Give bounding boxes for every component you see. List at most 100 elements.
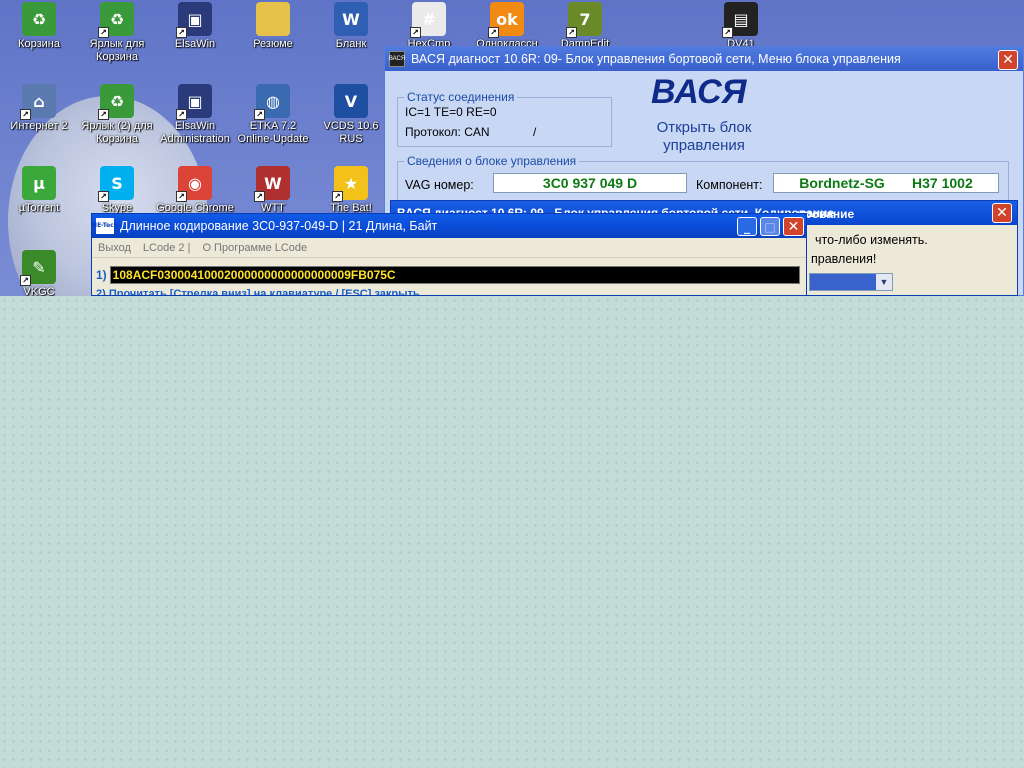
dampedit-icon: 7 ↗ xyxy=(566,2,602,38)
menu-lcode2[interactable]: LCode 2 | xyxy=(143,242,191,254)
shortcut-arrow-icon: ↗ xyxy=(20,109,31,120)
vag-number-field: 3C0 937 049 D xyxy=(493,173,687,193)
coding-popup-dropdown[interactable]: ▼ xyxy=(809,273,893,291)
shortcut-arrow-icon: ↗ xyxy=(98,27,109,38)
lcode-minimize-button[interactable]: _ xyxy=(737,217,757,236)
globe-icon: ◍ ↗ xyxy=(254,84,290,120)
the-bat-icon: ★ ↗ xyxy=(332,166,368,202)
coding-popup-line2: правления! xyxy=(811,252,877,266)
chevron-down-icon[interactable]: ▼ xyxy=(876,274,892,290)
desktop-icon[interactable]: 7 ↗ DampEdit xyxy=(546,2,624,51)
component-field: Bordnetz-SG H37 1002 xyxy=(773,173,999,193)
lcode-close-button[interactable]: ✕ xyxy=(783,217,804,236)
desktop-icon[interactable]: ok ↗ Одноклассн xyxy=(468,2,546,51)
desktop-icon[interactable]: V VCDS 10.6 RUS xyxy=(312,84,390,146)
coding-popup-close-button[interactable]: ✕ xyxy=(992,203,1012,223)
desktop-icon[interactable]: ✎ ↗ VKGC xyxy=(0,250,78,296)
computer-icon: ▣ ↗ xyxy=(176,84,212,120)
desktop-icon[interactable]: ▤ ↗ DV41 xyxy=(702,2,780,51)
shortcut-arrow-icon: ↗ xyxy=(176,109,187,120)
desktop-icon[interactable]: ♻ Корзина xyxy=(0,2,78,51)
coding-popup-line1: что-либо изменять. xyxy=(815,233,928,247)
vasya-title: ВАСЯ диагност 10.6R: 09- Блок управления… xyxy=(411,52,901,66)
desktop-icon-label: Корзина xyxy=(18,38,60,50)
desktop-icon-label: ETKA 7.2 Online-Update xyxy=(237,120,309,145)
desktop-icon-label: Бланк xyxy=(335,38,367,50)
coding-hint: 2) Прочитать [Стрелка вниз] на клавиатур… xyxy=(96,288,420,296)
shortcut-arrow-icon: ↗ xyxy=(176,191,187,202)
lcode-titlebar[interactable]: NE-Tech Длинное кодирование 3C0-937-049-… xyxy=(92,214,806,238)
desktop-icon-label: Ярлык (2) для Корзина xyxy=(81,120,153,145)
desktop-icon[interactable]: ♻ ↗ Ярлык для Корзина xyxy=(78,2,156,64)
empty-canvas-area xyxy=(0,296,1024,768)
lcode-window: NE-Tech Длинное кодирование 3C0-937-049-… xyxy=(91,213,807,296)
menu-exit[interactable]: Выход xyxy=(98,242,131,254)
open-block-button[interactable]: Открыть блок управления xyxy=(641,119,767,155)
desktop-icon[interactable]: ★ ↗ The Bat! xyxy=(312,166,390,215)
netech-logo-icon: NE-Tech xyxy=(92,218,118,234)
protocol-label: Протокол: CAN xyxy=(405,125,490,139)
vag-number-label: VAG номер: xyxy=(405,178,474,192)
desktop-icon[interactable]: W ↗ WTT xyxy=(234,166,312,215)
desktop-icon[interactable]: Резюме xyxy=(234,2,312,51)
wtt-icon: W ↗ xyxy=(254,166,290,202)
control-unit-info-title: Сведения о блоке управления xyxy=(404,154,580,168)
chrome-icon: ◉ ↗ xyxy=(176,166,212,202)
shortcut-arrow-icon: ↗ xyxy=(98,109,109,120)
hexcmp-icon: # ↗ xyxy=(410,2,446,38)
desktop-icon[interactable]: W Бланк xyxy=(312,2,390,51)
desktop-icon[interactable]: ▣ ↗ ElsaWin xyxy=(156,2,234,51)
recycle-bin-shortcut-icon: ♻ ↗ xyxy=(98,2,134,38)
desktop-icon-label: ElsaWin Administration xyxy=(160,120,230,145)
desktop-icon[interactable]: ⌂ ↗ Интернет 2 xyxy=(0,84,78,133)
long-coding-field[interactable]: 108ACF03000410002000000000000000009FB075… xyxy=(109,266,800,284)
shortcut-arrow-icon: ↗ xyxy=(98,191,109,202)
desktop-icon[interactable]: ▣ ↗ ElsaWin Administration xyxy=(156,84,234,146)
shortcut-arrow-icon: ↗ xyxy=(254,191,265,202)
shortcut-arrow-icon: ↗ xyxy=(566,27,577,38)
connection-status-line: IC=1 TE=0 RE=0 xyxy=(405,105,497,119)
word-document-icon: W xyxy=(334,2,368,36)
desktop-icon-label: Ярлык для Корзина xyxy=(89,38,145,63)
connection-status-title: Статус соединения xyxy=(404,90,518,104)
desktop-icon-label: µTorrent xyxy=(18,202,60,214)
vcds-icon: V xyxy=(334,84,368,118)
desktop-icon[interactable]: ◍ ↗ ETKA 7.2 Online-Update xyxy=(234,84,312,146)
desktop-icon-label: Интернет 2 xyxy=(10,120,68,132)
vasya-brand: ВАСЯ xyxy=(651,73,747,111)
desktop-icon[interactable]: ♻ ↗ Ярлык (2) для Корзина xyxy=(78,84,156,146)
shortcut-arrow-icon: ↗ xyxy=(410,27,421,38)
shortcut-arrow-icon: ↗ xyxy=(176,27,187,38)
shortcut-arrow-icon: ↗ xyxy=(722,27,733,38)
desktop-icon-label: ElsaWin xyxy=(174,38,216,50)
desktop-icon[interactable]: µ µTorrent xyxy=(0,166,78,215)
shortcut-arrow-icon: ↗ xyxy=(332,191,343,202)
desktop-icon-label: Резюме xyxy=(253,38,293,50)
coding-row: 1) 108ACF03000410002000000000000000009FB… xyxy=(96,266,800,284)
desktop-icon[interactable]: S ↗ Skype xyxy=(78,166,156,215)
menu-about[interactable]: О Программе LCode xyxy=(202,242,307,254)
utorrent-icon: µ xyxy=(22,166,56,200)
folder-icon xyxy=(256,2,290,36)
desktop-icon[interactable]: ◉ ↗ Google Chrome xyxy=(156,166,234,215)
recycle-bin-icon: ♻ xyxy=(22,2,56,36)
shortcut-arrow-icon: ↗ xyxy=(20,275,31,286)
desktop-icon[interactable]: # ↗ HexCmp xyxy=(390,2,468,51)
lcode-maximize-button[interactable]: □ xyxy=(760,217,780,236)
computer-icon: ▣ ↗ xyxy=(176,2,212,38)
lcode-title: Длинное кодирование 3C0-937-049-D | 21 Д… xyxy=(120,219,438,233)
component-label: Компонент: xyxy=(696,178,763,192)
desktop-icon-label: VKGC xyxy=(23,286,55,296)
recycle-bin-shortcut-icon: ♻ ↗ xyxy=(98,84,134,120)
shortcut-arrow-icon: ↗ xyxy=(488,27,499,38)
shortcut-arrow-icon: ↗ xyxy=(254,109,265,120)
protocol-separator: / xyxy=(533,125,537,139)
odnoklassniki-icon: ok ↗ xyxy=(488,2,524,38)
vasya-app-icon: ВАСЯ xyxy=(389,51,405,67)
vasya-close-button[interactable]: ✕ xyxy=(998,50,1018,70)
chip-icon: ▤ ↗ xyxy=(722,2,758,38)
vkgc-icon: ✎ ↗ xyxy=(20,250,56,286)
network-icon: ⌂ ↗ xyxy=(20,84,56,120)
vasya-titlebar[interactable]: ВАСЯ ВАСЯ диагност 10.6R: 09- Блок управ… xyxy=(385,47,1023,71)
coding-row-number: 1) xyxy=(96,268,107,282)
